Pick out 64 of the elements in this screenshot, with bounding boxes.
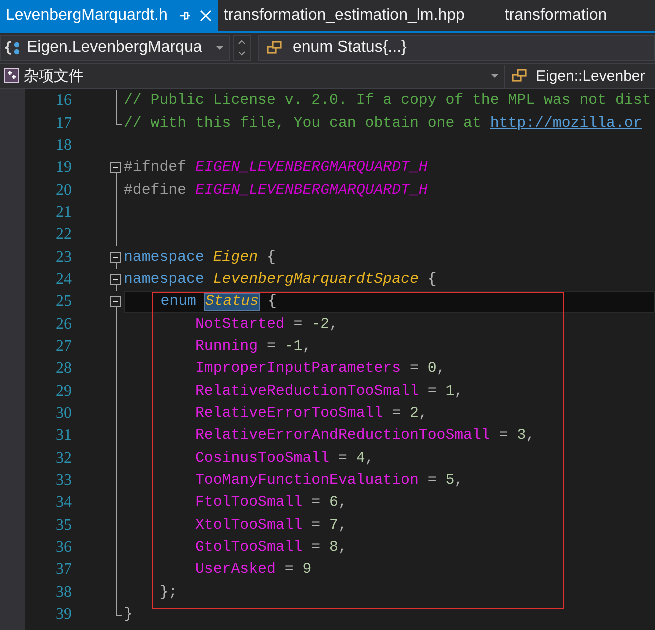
code-line: RelativeErrorTooSmall = 2, — [194, 404, 429, 424]
code-line: FtolTooSmall = 6, — [194, 494, 348, 514]
line-number: 34 — [55, 494, 72, 512]
code-line: UserAsked = 9 — [194, 561, 313, 580]
file-tab[interactable]: transformation — [498, 0, 614, 31]
enum-icon — [512, 68, 528, 84]
code-line: namespace LevenbergMarquardtSpace { — [124, 270, 438, 290]
collapse-toggle[interactable] — [110, 162, 121, 174]
code-line: namespace Eigen { — [124, 248, 277, 268]
line-number: 26 — [55, 316, 72, 334]
collapse-toggle[interactable] — [110, 274, 121, 285]
line-number: 29 — [55, 382, 72, 401]
line-number: 24 — [55, 270, 72, 289]
line-number: 16 — [55, 92, 72, 110]
line-number: 32 — [55, 450, 72, 468]
line-number: 27 — [55, 338, 72, 356]
pin-icon[interactable] — [178, 10, 190, 22]
code-line: #define EIGEN_LEVENBERGMARQUARDT_H — [124, 182, 429, 201]
namespace-icon — [5, 40, 21, 56]
project-icon — [4, 68, 20, 84]
symbol-highlight: Status — [205, 294, 260, 310]
code-line: RelativeErrorAndReductionTooSmall = 3, — [194, 427, 536, 446]
line-number: 38 — [55, 584, 72, 602]
line-number: 19 — [55, 159, 72, 178]
line-number: 22 — [55, 226, 72, 244]
line-number: 33 — [55, 472, 72, 490]
code-line: // with this file, You can obtain one at http://mozilla.or — [124, 114, 644, 134]
line-number: 20 — [55, 182, 72, 200]
code-line: }; — [158, 584, 179, 603]
code-line: // Public License v. 2.0. If a copy of the MPL was not dist — [124, 92, 652, 112]
file-tab[interactable]: LevenbergMarquardt.h — [0, 0, 218, 31]
member-dropdown[interactable]: enum Status{...} — [258, 35, 655, 61]
code-line: Running = -1, — [194, 338, 313, 357]
line-number: 17 — [55, 114, 72, 133]
code-line: RelativeReductionTooSmall = 1, — [194, 382, 465, 402]
caret-icon — [490, 73, 500, 79]
code-line: } — [124, 606, 134, 626]
scroll-spin-button[interactable] — [233, 35, 251, 61]
caret-icon — [215, 45, 225, 51]
line-number: 23 — [55, 248, 72, 267]
line-number: 28 — [55, 360, 72, 378]
code-line: NotStarted = -2, — [194, 316, 340, 335]
line-number: 39 — [55, 606, 72, 624]
code-line: #ifndef EIGEN_LEVENBERGMARQUARDT_H — [124, 159, 429, 178]
code-line: ImproperInputParameters = 0, — [194, 360, 447, 380]
code-line: XtolTooSmall = 7, — [194, 516, 348, 536]
line-number: 30 — [55, 404, 72, 423]
code-line: TooManyFunctionEvaluation = 5, — [194, 472, 465, 492]
collapse-toggle[interactable] — [110, 296, 121, 308]
line-number: 35 — [55, 516, 72, 535]
file-tab[interactable]: transformation_estimation_lm.hpp — [218, 0, 471, 31]
line-number: 25 — [55, 293, 72, 312]
line-number: 37 — [55, 561, 72, 580]
enum-icon — [267, 40, 283, 56]
line-number: 36 — [55, 539, 72, 558]
url-link[interactable]: http://mozilla.or — [490, 116, 642, 132]
scope-dropdown[interactable]: Eigen.LevenbergMarqua — [0, 35, 230, 61]
line-number: 31 — [55, 427, 72, 446]
close-icon[interactable] — [200, 10, 212, 22]
code-line: CosinusTooSmall = 4, — [194, 450, 376, 469]
collapse-toggle[interactable] — [110, 252, 121, 263]
line-number: 18 — [55, 136, 72, 155]
code-line: GtolTooSmall = 8, — [194, 539, 348, 558]
line-number: 21 — [55, 204, 72, 222]
